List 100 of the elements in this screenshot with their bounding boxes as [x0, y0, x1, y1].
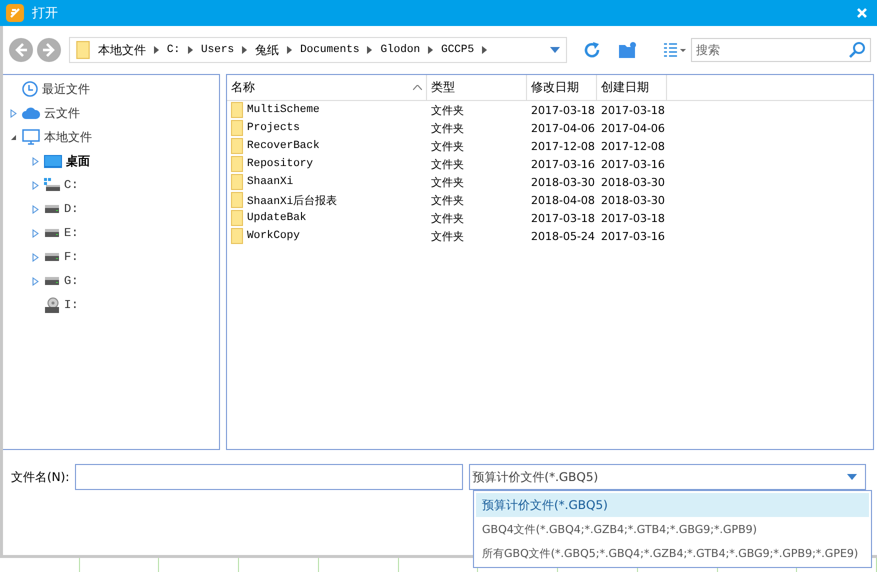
- table-cell-text: 2018-04-08: [530, 194, 596, 206]
- breadcrumb-item[interactable]: 兔纸: [255, 42, 280, 58]
- file-name[interactable]: MultiScheme: [243, 104, 427, 116]
- tree-item[interactable]: I:: [64, 298, 78, 312]
- table-cell-text: 文件夹: [430, 174, 465, 190]
- disc-drive-icon: [44, 297, 60, 313]
- chevron-icon: [482, 46, 488, 54]
- dropdown-arrow-icon[interactable]: [550, 47, 560, 53]
- drive-icon: [44, 178, 60, 192]
- folder-icon: [76, 41, 90, 59]
- window-title: 打开: [32, 5, 59, 22]
- search-field[interactable]: 搜索: [690, 38, 871, 62]
- breadcrumb-item[interactable]: Users: [201, 44, 234, 56]
- tree-item[interactable]: C:: [64, 178, 78, 192]
- file-type-option[interactable]: 预算计价文件(*.GBQ5): [476, 493, 869, 517]
- file-name[interactable]: WorkCopy: [243, 230, 427, 242]
- breadcrumb-item[interactable]: Documents: [300, 44, 360, 56]
- table-cell-text: 2018-03-30: [600, 194, 666, 206]
- breadcrumb-item[interactable]: GCCP5: [441, 44, 474, 56]
- drive-icon: [44, 253, 60, 261]
- expand-arrow-icon[interactable]: [31, 228, 40, 238]
- expand-arrow-icon[interactable]: [31, 252, 40, 262]
- column-header[interactable]: 修改日期: [527, 75, 597, 100]
- drive-icon: [44, 205, 60, 213]
- expand-arrow-icon[interactable]: [31, 180, 40, 190]
- drive-icon: [44, 277, 60, 285]
- file-name[interactable]: ShaanXi后台报表: [243, 192, 427, 208]
- table-cell-text: 2017-04-06: [600, 122, 666, 134]
- folder-icon: [231, 120, 243, 136]
- file-type-dropdown[interactable]: 预算计价文件(*.GBQ5): [469, 464, 866, 490]
- view-options-icon[interactable]: [663, 43, 687, 57]
- table-cell-text: 2017-03-16: [600, 230, 666, 242]
- table-cell-text: 2017-03-18: [600, 104, 666, 116]
- table-cell-text: 2017-04-06: [530, 122, 596, 134]
- chevron-icon: [367, 46, 372, 54]
- table-cell-text: 2018-05-24: [530, 230, 596, 242]
- tree-item[interactable]: E:: [64, 226, 78, 240]
- breadcrumb-item[interactable]: Glodon: [380, 44, 420, 56]
- table-cell-text: 2018-03-30: [600, 176, 666, 188]
- table-cell-text: 2017-12-08: [600, 140, 666, 152]
- file-name[interactable]: UpdateBak: [243, 212, 427, 224]
- tree-item[interactable]: D:: [64, 202, 78, 216]
- dropdown-arrow-icon[interactable]: [847, 474, 858, 480]
- table-cell-text: 2017-12-08: [530, 140, 596, 152]
- file-type-option[interactable]: 所有GBQ文件(*.GBQ5;*.GBQ4;*.GZB4;*.GTB4;*.GBG9;*.GPB9;*.GPE9): [476, 541, 869, 565]
- folder-icon: [231, 138, 243, 154]
- breadcrumb-item[interactable]: 本地文件: [98, 42, 146, 58]
- chevron-icon: [188, 46, 194, 54]
- tree-item[interactable]: 最近文件: [42, 80, 90, 98]
- expand-arrow-icon[interactable]: [31, 204, 40, 214]
- cloud-icon: [22, 107, 40, 119]
- filename-label: 文件名(N):: [11, 468, 70, 486]
- search-icon[interactable]: [848, 42, 865, 58]
- table-cell-text: 2017-03-18: [530, 212, 596, 224]
- folder-icon: [231, 174, 243, 190]
- folder-icon: [231, 156, 243, 172]
- table-cell-text: 文件夹: [430, 192, 465, 208]
- table-cell-text: 2017-03-18: [600, 212, 666, 224]
- tree-item[interactable]: 云文件: [44, 104, 80, 122]
- refresh-icon[interactable]: [583, 41, 602, 59]
- chevron-icon: [242, 46, 248, 54]
- table-cell-text: 文件夹: [430, 228, 465, 244]
- folder-icon: [231, 102, 243, 118]
- table-cell-text: 2018-03-30: [530, 176, 596, 188]
- expand-arrow-icon[interactable]: [31, 276, 40, 286]
- table-cell-text: 2017-03-16: [600, 158, 666, 170]
- folder-icon: [231, 210, 243, 226]
- folder-icon: [231, 228, 243, 244]
- table-cell-text: 文件夹: [430, 138, 465, 154]
- expand-arrow-icon[interactable]: [31, 156, 40, 166]
- column-header[interactable]: 名称: [227, 75, 427, 100]
- file-name[interactable]: RecoverBack: [243, 140, 427, 152]
- table-cell-text: 2017-03-18: [530, 104, 596, 116]
- clock-icon: [22, 81, 38, 97]
- drive-icon: [44, 229, 60, 237]
- file-name[interactable]: Repository: [243, 158, 427, 170]
- chevron-icon: [428, 46, 434, 54]
- column-header[interactable]: 类型: [427, 75, 527, 100]
- file-name[interactable]: Projects: [243, 122, 427, 134]
- table-cell-text: 文件夹: [430, 102, 465, 118]
- close-icon[interactable]: [857, 8, 867, 18]
- tree-item[interactable]: F:: [64, 250, 78, 264]
- table-cell-text: 文件夹: [430, 120, 465, 136]
- tree-item[interactable]: 本地文件: [44, 128, 92, 146]
- new-folder-icon[interactable]: [619, 41, 638, 59]
- table-cell-text: 文件夹: [430, 210, 465, 226]
- forward-icon[interactable]: [36, 38, 61, 62]
- tree-item[interactable]: G:: [64, 274, 78, 288]
- collapse-arrow-icon[interactable]: [9, 132, 18, 142]
- back-icon[interactable]: [9, 38, 33, 62]
- expand-arrow-icon[interactable]: [9, 108, 18, 118]
- desktop-icon: [44, 154, 62, 168]
- breadcrumb-item[interactable]: C:: [166, 44, 180, 56]
- chevron-icon: [287, 46, 292, 54]
- file-type-option[interactable]: GBQ4文件(*.GBQ4;*.GZB4;*.GTB4;*.GBG9;*.GPB9): [476, 517, 869, 541]
- chevron-icon: [154, 46, 159, 54]
- tree-item[interactable]: 桌面: [66, 152, 90, 170]
- column-header[interactable]: 创建日期: [597, 75, 667, 100]
- file-name[interactable]: ShaanXi: [243, 176, 427, 188]
- filename-field[interactable]: [75, 464, 464, 490]
